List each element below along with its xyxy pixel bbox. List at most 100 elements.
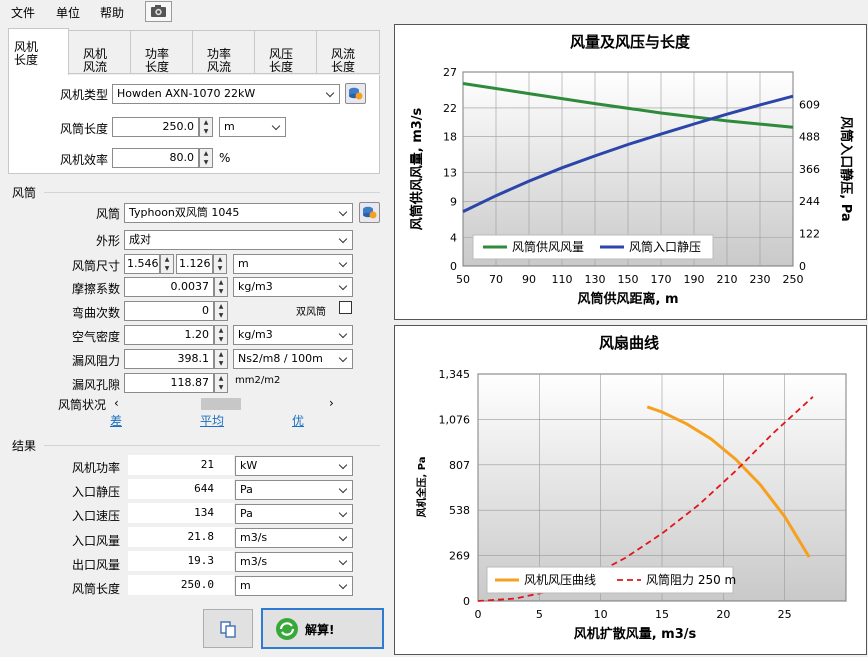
y-tick-label: 1,345 bbox=[439, 368, 471, 381]
result-unit-select[interactable]: Pa bbox=[235, 480, 353, 500]
copy-icon bbox=[220, 621, 236, 638]
leak-hole-input[interactable]: 118.87 bbox=[124, 373, 214, 393]
size-a-spinner[interactable]: ▲ ▼ bbox=[160, 254, 174, 274]
result-unit-select[interactable]: m3/s bbox=[235, 552, 353, 572]
condition-good-link[interactable]: 优 bbox=[292, 412, 304, 429]
menu-help[interactable]: 帮助 bbox=[100, 4, 124, 21]
bends-spinner[interactable]: ▲ ▼ bbox=[214, 301, 228, 321]
density-input[interactable]: 1.20 bbox=[124, 325, 214, 345]
y-axis-label: 风机全压, Pa bbox=[415, 456, 428, 517]
double-duct-checkbox[interactable] bbox=[339, 301, 352, 314]
y-tick-label: 27 bbox=[443, 66, 457, 79]
condition-left-arrow[interactable]: ‹ bbox=[114, 396, 119, 410]
menu-file[interactable]: 文件 bbox=[11, 4, 35, 21]
y2-tick-label: 488 bbox=[799, 130, 820, 143]
chart-title: 风量及风压与长度 bbox=[570, 33, 691, 51]
tab-power-airflow[interactable]: 功率 风流 bbox=[192, 30, 255, 74]
density-unit-select[interactable]: kg/m3 bbox=[233, 325, 353, 345]
fan-type-select[interactable]: Howden AXN-1070 22kW bbox=[112, 84, 340, 104]
shape-label: 外形 bbox=[95, 234, 120, 248]
result-label: 入口速压 bbox=[71, 509, 120, 523]
x-tick-label: 150 bbox=[618, 273, 639, 286]
y-tick-label: 18 bbox=[443, 131, 457, 144]
leak-res-input[interactable]: 398.1 bbox=[124, 349, 214, 369]
fan-eff-spinner[interactable]: ▲ ▼ bbox=[199, 148, 213, 168]
shape-select[interactable]: 成对 bbox=[124, 230, 353, 250]
y-tick-label: 13 bbox=[443, 167, 457, 180]
solve-label: 解算! bbox=[305, 623, 335, 637]
bends-input[interactable]: 0 bbox=[124, 301, 214, 321]
result-unit-select[interactable]: m bbox=[235, 576, 353, 596]
duct-database-icon[interactable] bbox=[359, 202, 380, 223]
result-unit-select[interactable]: kW bbox=[235, 456, 353, 476]
y-tick-label: 269 bbox=[449, 550, 470, 563]
size-a-input[interactable]: 1.546 bbox=[124, 254, 160, 274]
results-group-title: 结果 bbox=[12, 439, 37, 453]
fan-database-icon[interactable] bbox=[345, 83, 366, 104]
condition-bad-link[interactable]: 差 bbox=[110, 412, 122, 429]
menu-unit[interactable]: 单位 bbox=[56, 4, 80, 21]
x-tick-label: 130 bbox=[585, 273, 606, 286]
y-tick-label: 1,076 bbox=[439, 413, 471, 426]
friction-unit-select[interactable]: kg/m3 bbox=[233, 277, 353, 297]
y2-tick-label: 609 bbox=[799, 98, 820, 111]
fan-length-input[interactable]: 250.0 bbox=[112, 117, 199, 137]
condition-slider-track[interactable] bbox=[127, 398, 327, 410]
result-label: 入口静压 bbox=[71, 485, 120, 499]
y-tick-label: 9 bbox=[450, 195, 457, 208]
leak-hole-label: 漏风孔隙 bbox=[71, 378, 120, 392]
result-unit-select[interactable]: Pa bbox=[235, 504, 353, 524]
camera-icon[interactable] bbox=[145, 1, 172, 22]
tab-power-length[interactable]: 功率 长度 bbox=[130, 30, 193, 74]
y-axis-label: 风筒供风风量, m3/s bbox=[409, 107, 425, 230]
size-label: 风筒尺寸 bbox=[71, 259, 120, 273]
solve-icon bbox=[276, 618, 298, 640]
leak-hole-spinner[interactable]: ▲ ▼ bbox=[214, 373, 228, 393]
result-label: 风筒长度 bbox=[71, 582, 120, 596]
menu-bar: 文件 单位 帮助 bbox=[0, 0, 868, 24]
y2-tick-label: 244 bbox=[799, 195, 820, 208]
size-unit-select[interactable]: m bbox=[233, 254, 353, 274]
x-tick-label: 15 bbox=[655, 608, 669, 621]
condition-slider-thumb[interactable] bbox=[201, 398, 241, 410]
condition-average-link[interactable]: 平均 bbox=[200, 412, 224, 429]
tab-fan-airflow[interactable]: 风机 风流 bbox=[68, 30, 131, 74]
density-spinner[interactable]: ▲ ▼ bbox=[214, 325, 228, 345]
chart1-svg: 50 70 90 110 130 150 170 190 210 230 2500491318222… bbox=[409, 33, 854, 307]
x-tick-label: 50 bbox=[456, 273, 470, 286]
tab-strip: 风机 风流 功率 长度 功率 风流 风压 长度 风流 长度 风机 长度 bbox=[8, 28, 380, 76]
leak-res-spinner[interactable]: ▲ ▼ bbox=[214, 349, 228, 369]
tab-airflow-length[interactable]: 风流 长度 bbox=[316, 30, 380, 74]
duct-select[interactable]: Typhoon双风筒 1045 bbox=[124, 203, 353, 223]
x-tick-label: 10 bbox=[594, 608, 608, 621]
chart-title: 风扇曲线 bbox=[599, 334, 659, 352]
result-value: 21.8 bbox=[128, 527, 234, 547]
copy-button[interactable] bbox=[203, 609, 253, 648]
x-axis-label: 风机扩散风量, m3/s bbox=[574, 626, 697, 642]
solve-button[interactable]: 解算! bbox=[261, 608, 384, 649]
tab-fan-length[interactable]: 风机 长度 bbox=[8, 28, 69, 76]
result-unit-select[interactable]: m3/s bbox=[235, 528, 353, 548]
y-tick-label: 0 bbox=[463, 595, 470, 608]
y-tick-label: 22 bbox=[443, 102, 457, 115]
fan-length-unit-select[interactable]: m bbox=[219, 117, 286, 137]
results-group-line bbox=[44, 445, 380, 446]
friction-input[interactable]: 0.0037 bbox=[124, 277, 214, 297]
condition-label: 风筒状况 bbox=[57, 398, 106, 412]
result-value: 250.0 bbox=[128, 575, 234, 595]
x-tick-label: 170 bbox=[651, 273, 672, 286]
x-tick-label: 250 bbox=[783, 273, 804, 286]
leak-res-label: 漏风阻力 bbox=[71, 354, 120, 368]
x-tick-label: 70 bbox=[489, 273, 503, 286]
tab-pressure-length[interactable]: 风压 长度 bbox=[254, 30, 317, 74]
x-tick-label: 90 bbox=[522, 273, 536, 286]
duct-group-line bbox=[44, 192, 380, 193]
size-b-spinner[interactable]: ▲ ▼ bbox=[213, 254, 227, 274]
leak-res-unit-select[interactable]: Ns2/m8 / 100m bbox=[233, 349, 353, 369]
fan-length-spinner[interactable]: ▲ ▼ bbox=[199, 117, 213, 137]
fan-eff-input[interactable]: 80.0 bbox=[112, 148, 199, 168]
friction-spinner[interactable]: ▲ ▼ bbox=[214, 277, 228, 297]
friction-label: 摩擦系数 bbox=[71, 282, 120, 296]
size-b-input[interactable]: 1.126 bbox=[176, 254, 213, 274]
condition-right-arrow[interactable]: › bbox=[329, 396, 334, 410]
